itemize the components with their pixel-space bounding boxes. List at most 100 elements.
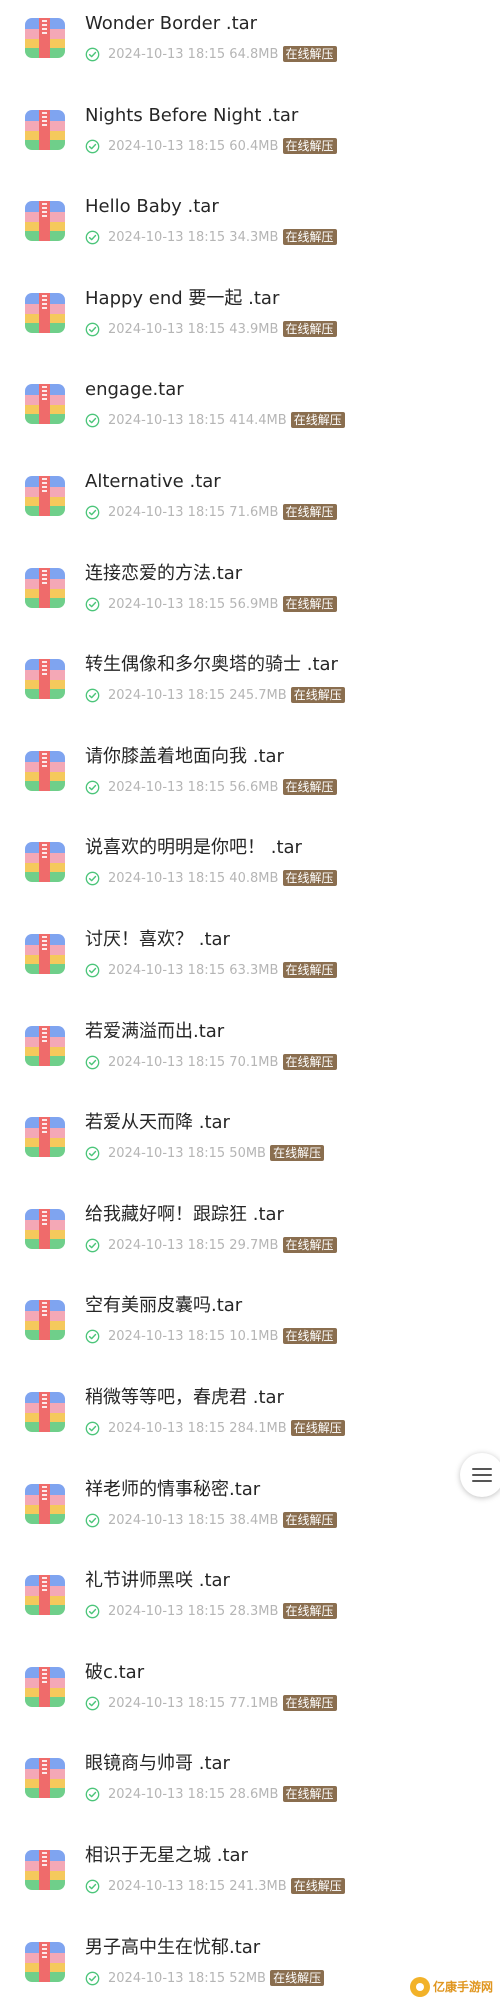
file-name: 若爱从天而降 .tar: [85, 1112, 230, 1134]
file-row[interactable]: 转生偶像和多尔奥塔的骑士 .tar 2024-10-13 18:15 245.7M…: [0, 641, 500, 733]
file-row[interactable]: Hello Baby .tar 2024-10-13 18:15 34.3MB 在…: [0, 183, 500, 275]
zip-archive-icon: [25, 292, 65, 333]
file-row[interactable]: Happy end 要一起 .tar 2024-10-13 18:15 43.9M…: [0, 275, 500, 367]
file-size: 28.6MB: [229, 1787, 279, 1803]
file-row[interactable]: engage.tar 2024-10-13 18:15 414.4MB 在线解压: [0, 366, 500, 458]
file-row[interactable]: 说喜欢的明明是你吧！ .tar 2024-10-13 18:15 40.8MB 在…: [0, 824, 500, 916]
file-row[interactable]: Alternative .tar 2024-10-13 18:15 71.6MB …: [0, 458, 500, 550]
file-date: 2024-10-13 18:15 28.6MB 在线解压: [108, 1786, 337, 1803]
file-name: 若爱满溢而出.tar: [85, 1020, 225, 1042]
file-date: 2024-10-13 18:15 40.8MB 在线解压: [108, 870, 337, 887]
extract-online-button[interactable]: 在线解压: [282, 1053, 337, 1070]
file-name: 男子高中生在忧郁.tar: [85, 1936, 261, 1958]
file-row[interactable]: 相识于无星之城 .tar 2024-10-13 18:15 241.3MB 在线解…: [0, 1832, 500, 1924]
file-name: 连接恋爱的方法.tar: [85, 562, 243, 584]
file-row[interactable]: 若爱满溢而出.tar 2024-10-13 18:15 70.1MB 在线解压: [0, 1008, 500, 1100]
extract-online-button[interactable]: 在线解压: [282, 1511, 337, 1528]
file-date: 2024-10-13 18:15 284.1MB 在线解压: [108, 1420, 345, 1437]
zip-archive-icon: [25, 18, 65, 58]
file-date: 2024-10-13 18:15 241.3MB 在线解压: [108, 1878, 345, 1895]
check-circle-icon: [85, 322, 100, 337]
check-circle-icon: [85, 780, 100, 795]
file-size: 34.3MB: [229, 230, 279, 246]
zip-archive-icon: [25, 201, 65, 242]
check-circle-icon: [85, 230, 100, 245]
file-date: 2024-10-13 18:15 77.1MB 在线解压: [108, 1694, 337, 1712]
file-name: Hello Baby .tar: [85, 196, 219, 218]
file-row[interactable]: 给我藏好啊！跟踪狂 .tar 2024-10-13 18:15 29.7MB 在线…: [0, 1191, 500, 1283]
extract-online-button[interactable]: 在线解压: [282, 1328, 337, 1345]
file-name: 请你膝盖着地面向我 .tar: [85, 745, 284, 767]
check-circle-icon: [85, 1604, 100, 1619]
file-name: Alternative .tar: [85, 471, 221, 492]
file-date: 2024-10-13 18:15 34.3MB 在线解压: [108, 229, 337, 246]
extract-online-button[interactable]: 在线解压: [290, 1878, 345, 1894]
check-circle-icon: [85, 1055, 100, 1069]
extract-online-button[interactable]: 在线解压: [282, 1236, 337, 1253]
file-row[interactable]: 空有美丽皮囊吗.tar 2024-10-13 18:15 10.1MB 在线解压: [0, 1282, 500, 1374]
extract-online-button[interactable]: 在线解压: [282, 870, 337, 887]
file-list: Wonder Border .tar 2024-10-13 18:15 64.8M…: [0, 0, 500, 2007]
check-circle-icon: [85, 414, 100, 428]
check-circle-icon: [85, 1146, 100, 1161]
watermark: 亿康手游网: [408, 1973, 496, 2001]
file-row[interactable]: 若爱从天而降 .tar 2024-10-13 18:15 50MB 在线解压: [0, 1099, 500, 1191]
file-size: 64.8MB: [229, 47, 279, 62]
file-row[interactable]: 连接恋爱的方法.tar 2024-10-13 18:15 56.9MB 在线解压: [0, 550, 500, 642]
check-circle-icon: [85, 1513, 100, 1527]
file-row[interactable]: Wonder Border .tar 2024-10-13 18:15 64.8M…: [0, 0, 500, 92]
file-row[interactable]: 讨厌！喜欢？ .tar 2024-10-13 18:15 63.3MB 在线解压: [0, 916, 500, 1008]
file-date: 2024-10-13 18:15 64.8MB 在线解压: [108, 46, 337, 63]
extract-online-button[interactable]: 在线解压: [282, 229, 337, 246]
file-name: 讨厌！喜欢？ .tar: [85, 929, 230, 950]
zip-archive-icon: [25, 1666, 65, 1707]
extract-online-button[interactable]: 在线解压: [290, 412, 345, 429]
file-date: 2024-10-13 18:15 38.4MB 在线解压: [108, 1511, 337, 1529]
file-size: 56.9MB: [229, 596, 279, 612]
extract-online-button[interactable]: 在线解压: [282, 962, 337, 978]
extract-online-button[interactable]: 在线解压: [290, 687, 345, 704]
check-circle-icon: [85, 688, 100, 703]
check-circle-icon: [85, 1879, 100, 1894]
file-date: 2024-10-13 18:15 28.3MB 在线解压: [108, 1603, 337, 1620]
file-size: 70.1MB: [229, 1054, 279, 1070]
zip-archive-icon: [25, 1483, 65, 1524]
extract-online-button[interactable]: 在线解压: [270, 1969, 325, 1986]
file-size: 71.6MB: [229, 505, 279, 520]
extract-online-button[interactable]: 在线解压: [282, 1786, 337, 1803]
file-size: 63.3MB: [229, 963, 279, 978]
check-circle-icon: [85, 1971, 100, 1985]
check-circle-icon: [85, 139, 100, 153]
file-row[interactable]: 破c.tar 2024-10-13 18:15 77.1MB 在线解压: [0, 1649, 500, 1741]
file-row[interactable]: 礼节讲师黑咲 .tar 2024-10-13 18:15 28.3MB 在线解压: [0, 1557, 500, 1649]
file-size: 56.6MB: [229, 779, 279, 795]
floating-menu-button[interactable]: [460, 1453, 500, 1497]
file-date: 2024-10-13 18:15 50MB 在线解压: [108, 1145, 325, 1162]
file-name: 说喜欢的明明是你吧！ .tar: [85, 837, 302, 859]
file-size: 52MB: [229, 1970, 266, 1986]
extract-online-button[interactable]: 在线解压: [282, 778, 337, 795]
extract-online-button[interactable]: 在线解压: [282, 46, 337, 62]
file-date: 2024-10-13 18:15 56.9MB 在线解压: [108, 595, 337, 613]
extract-online-button[interactable]: 在线解压: [282, 1694, 337, 1711]
extract-online-button[interactable]: 在线解压: [290, 1420, 345, 1436]
file-row[interactable]: 祥老师的情事秘密.tar 2024-10-13 18:15 38.4MB 在线解压: [0, 1466, 500, 1558]
extract-online-button[interactable]: 在线解压: [282, 504, 337, 520]
file-row[interactable]: 眼镜商与帅哥 .tar 2024-10-13 18:15 28.6MB 在线解压: [0, 1740, 500, 1832]
file-date: 2024-10-13 18:15 10.1MB 在线解压: [108, 1328, 337, 1345]
file-date: 2024-10-13 18:15 29.7MB 在线解压: [108, 1236, 337, 1254]
file-name: 破c.tar: [85, 1661, 145, 1683]
file-row[interactable]: Nights Before Night .tar 2024-10-13 18:15…: [0, 92, 500, 184]
extract-online-button[interactable]: 在线解压: [282, 137, 337, 154]
extract-online-button[interactable]: 在线解压: [282, 595, 337, 612]
file-row[interactable]: 请你膝盖着地面向我 .tar 2024-10-13 18:15 56.6MB 在线…: [0, 733, 500, 825]
file-date: 2024-10-13 18:15 245.7MB 在线解压: [108, 687, 345, 704]
zip-archive-icon: [25, 1117, 65, 1158]
file-row[interactable]: 稍微等等吧，春虎君 .tar 2024-10-13 18:15 284.1MB 在…: [0, 1374, 500, 1466]
extract-online-button[interactable]: 在线解压: [270, 1145, 325, 1162]
extract-online-button[interactable]: 在线解压: [282, 1603, 337, 1620]
zip-archive-icon: [25, 567, 65, 608]
file-size: 414.4MB: [229, 413, 287, 429]
file-row[interactable]: 男子高中生在忧郁.tar 2024-10-13 18:15 52MB 在线解压: [0, 1924, 500, 2015]
extract-online-button[interactable]: 在线解压: [282, 320, 337, 337]
